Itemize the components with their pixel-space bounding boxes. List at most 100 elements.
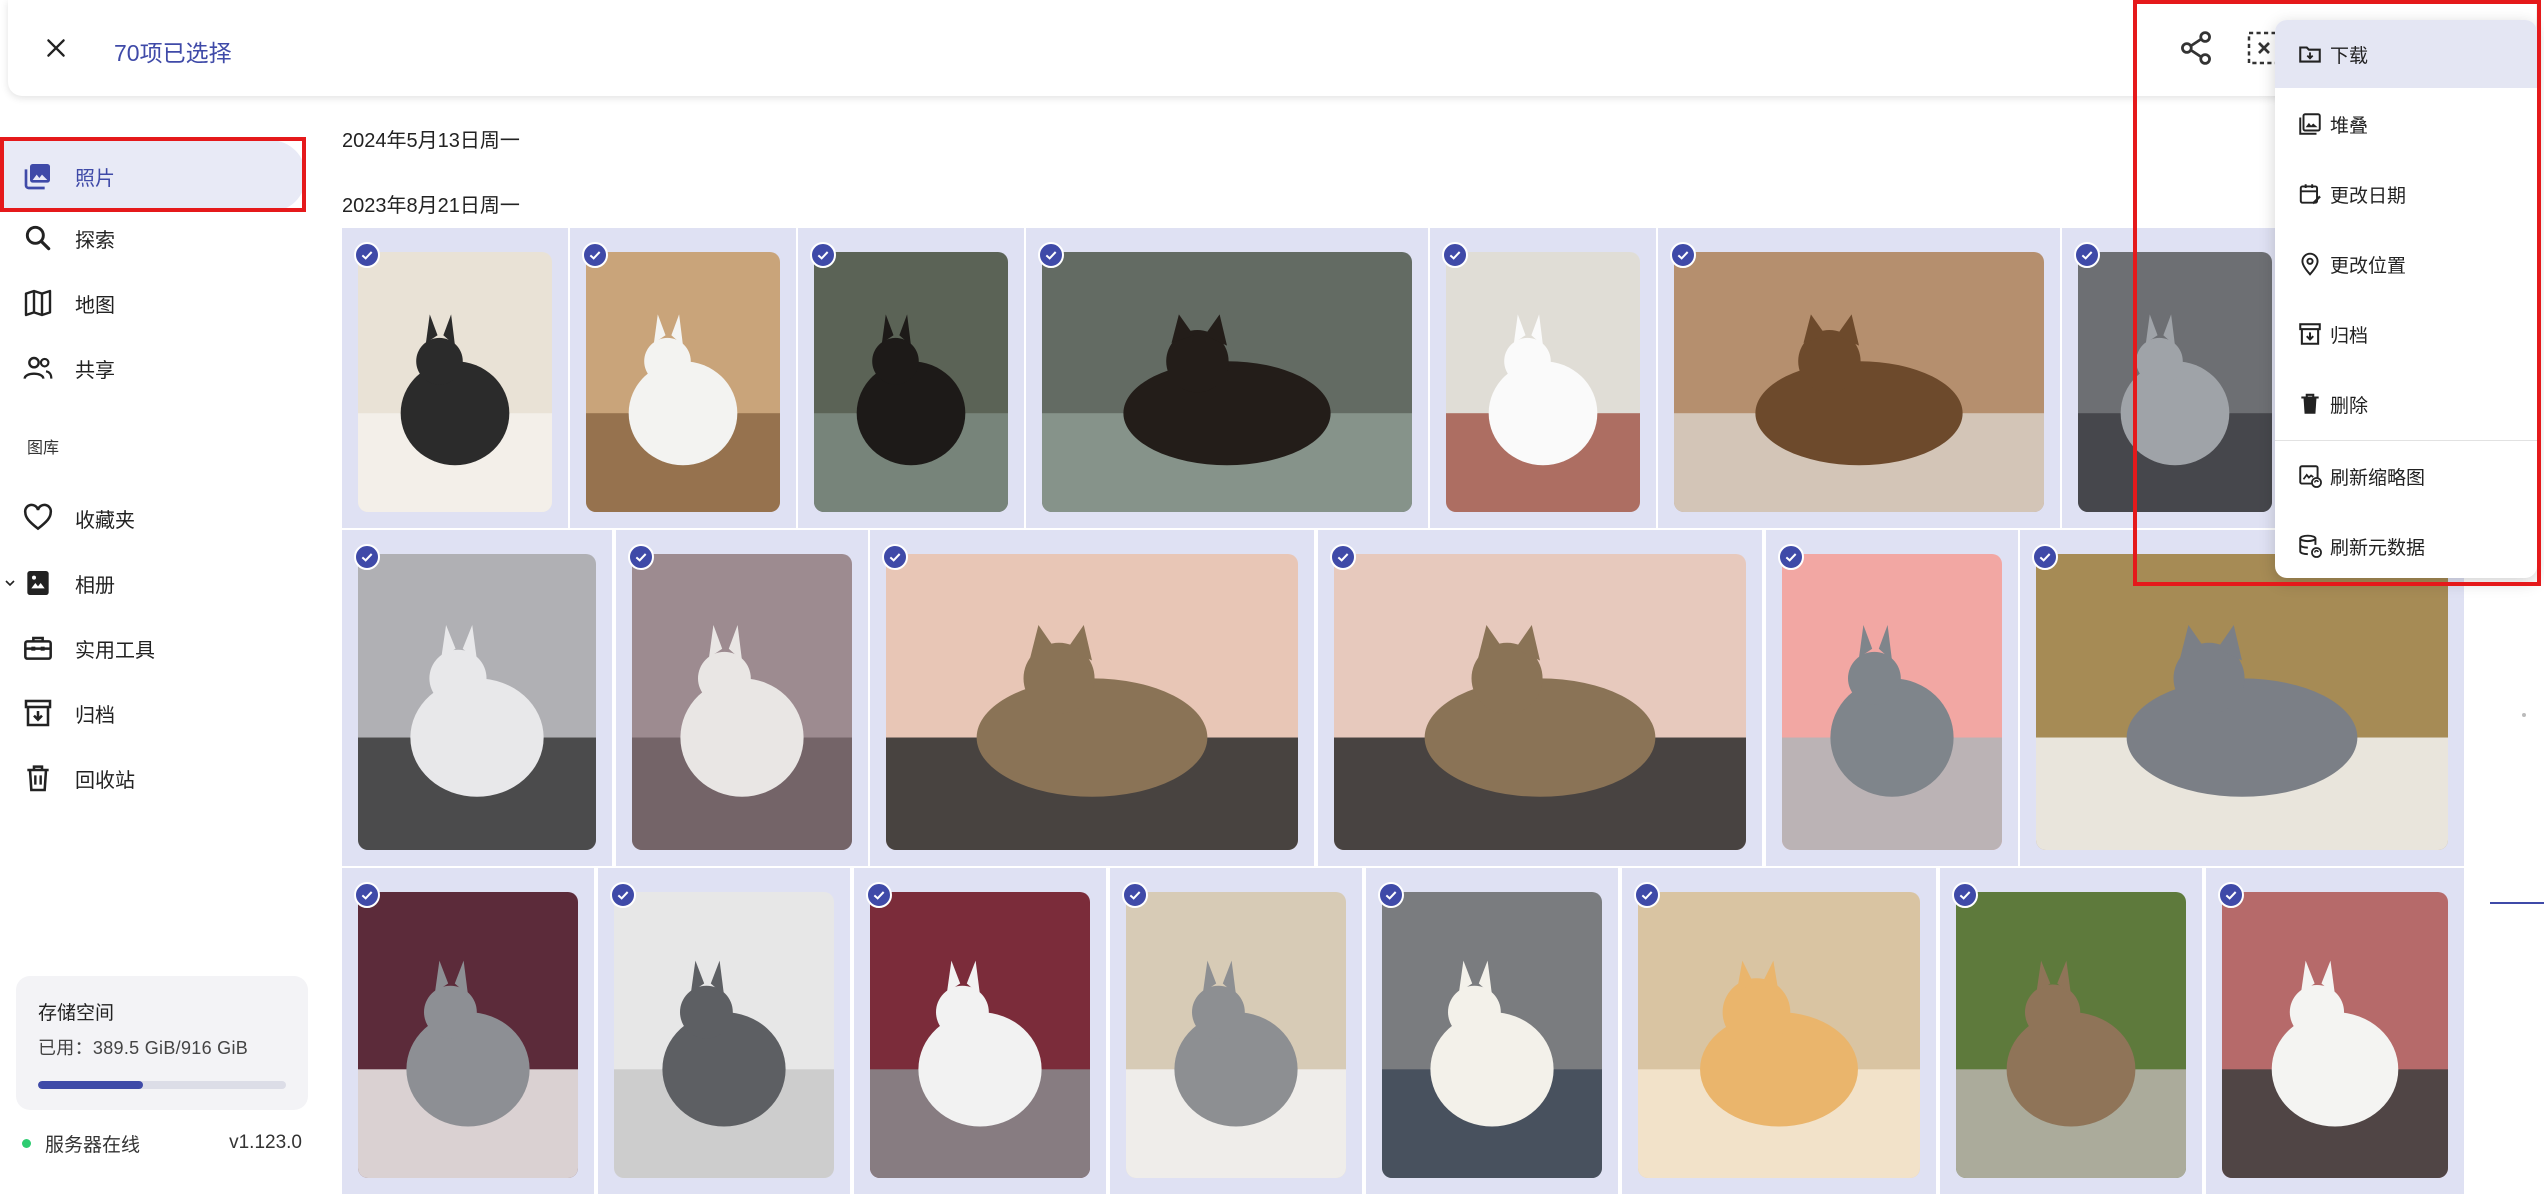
- date-group-header[interactable]: 2023年8月21日周一: [342, 189, 520, 218]
- photo-thumbnail: [1638, 892, 1920, 1178]
- photo-tile[interactable]: [1940, 868, 2202, 1194]
- sidebar-item-albums[interactable]: 相册: [0, 547, 306, 619]
- photo-tile[interactable]: [1366, 868, 1618, 1194]
- photo-tile[interactable]: [598, 868, 850, 1194]
- sidebar-item-label: 共享: [75, 359, 115, 382]
- storage-card[interactable]: 存储空间 已用：389.5 GiB/916 GiB: [16, 976, 308, 1110]
- menu-item-label: 刷新元数据: [2330, 537, 2426, 559]
- map-icon: [24, 289, 52, 317]
- photo-tile[interactable]: [1766, 530, 2018, 866]
- sidebar-item-label: 回收站: [75, 769, 135, 792]
- selected-check-icon[interactable]: [354, 882, 380, 908]
- menu-item-change-location[interactable]: 更改位置: [2275, 230, 2537, 298]
- photo-thumbnail: [1382, 892, 1602, 1178]
- photo-thumbnail: [1446, 252, 1640, 512]
- selection-count-title: 70项已选择: [114, 40, 232, 66]
- menu-item-label: 删除: [2330, 395, 2369, 417]
- selected-check-icon[interactable]: [582, 242, 608, 268]
- photo-thumbnail: [2222, 892, 2448, 1178]
- app-version[interactable]: v1.123.0: [229, 1132, 302, 1154]
- selected-check-icon[interactable]: [1378, 882, 1404, 908]
- selected-check-icon[interactable]: [1122, 882, 1148, 908]
- refresh-thumbnail-icon: [2299, 465, 2322, 488]
- selected-check-icon[interactable]: [866, 882, 892, 908]
- selected-check-icon[interactable]: [1442, 242, 1468, 268]
- sidebar: 照片 探索 地图 共享 图库 收藏夹 相册 实用工具 归档 回收站 存储空间 已…: [0, 96, 310, 1194]
- photo-tile[interactable]: [2020, 530, 2464, 866]
- photos-icon: [24, 164, 50, 190]
- menu-item-archive[interactable]: 归档: [2275, 300, 2537, 368]
- photo-thumbnail: [870, 892, 1090, 1178]
- selected-check-icon[interactable]: [610, 882, 636, 908]
- photo-tile[interactable]: [1622, 868, 1936, 1194]
- online-status-dot: [22, 1138, 31, 1148]
- sidebar-item-sharing[interactable]: 共享: [0, 332, 306, 404]
- stack-icon: [2299, 113, 2321, 135]
- selected-check-icon[interactable]: [882, 544, 908, 570]
- album-icon: [27, 571, 49, 595]
- trash-icon: [2301, 393, 2319, 414]
- menu-item-label: 归档: [2330, 325, 2369, 347]
- share-button[interactable]: [2174, 26, 2218, 70]
- photo-thumbnail: [814, 252, 1008, 512]
- photo-thumbnail: [1782, 554, 2002, 850]
- menu-item-label: 下载: [2330, 45, 2369, 67]
- menu-item-delete[interactable]: 删除: [2275, 370, 2537, 438]
- photo-tile[interactable]: [870, 530, 1314, 866]
- photo-thumbnail: [1126, 892, 1346, 1178]
- menu-item-label: 堆叠: [2330, 115, 2369, 137]
- photo-tile[interactable]: [1430, 228, 1656, 528]
- photo-thumbnail: [358, 892, 578, 1178]
- scrubber-indicator[interactable]: [2490, 902, 2544, 904]
- selected-check-icon[interactable]: [1634, 882, 1660, 908]
- refresh-metadata-icon: [2299, 534, 2322, 558]
- photo-thumbnail: [2078, 252, 2272, 512]
- selected-check-icon[interactable]: [1038, 242, 1064, 268]
- date-group-header[interactable]: 2024年5月13日周一: [342, 124, 520, 153]
- close-selection-button[interactable]: [30, 22, 82, 74]
- photo-tile[interactable]: [2062, 228, 2288, 528]
- photo-thumbnail: [1674, 252, 2044, 512]
- photo-tile[interactable]: [616, 530, 868, 866]
- selected-check-icon[interactable]: [354, 544, 380, 570]
- photo-thumbnail: [1334, 554, 1746, 850]
- storage-used-text: 已用：389.5 GiB/916 GiB: [38, 1038, 249, 1058]
- selected-check-icon[interactable]: [1952, 882, 1978, 908]
- menu-item-refresh-thumbnails[interactable]: 刷新缩略图: [2275, 442, 2537, 510]
- sidebar-item-map[interactable]: 地图: [0, 267, 306, 339]
- photo-tile[interactable]: [854, 868, 1106, 1194]
- photo-tile[interactable]: [1026, 228, 1428, 528]
- selected-check-icon[interactable]: [628, 544, 654, 570]
- selected-check-icon[interactable]: [1330, 544, 1356, 570]
- photo-tile[interactable]: [342, 530, 612, 866]
- more-actions-menu: 下载 堆叠 更改日期 更改位置 归档 删除 刷新缩略图 刷新元数据: [2275, 20, 2537, 578]
- selected-check-icon[interactable]: [810, 242, 836, 268]
- menu-item-stack[interactable]: 堆叠: [2275, 90, 2537, 158]
- menu-item-refresh-metadata[interactable]: 刷新元数据: [2275, 512, 2537, 578]
- chevron-down-icon[interactable]: [2, 575, 18, 591]
- sidebar-item-trash[interactable]: 回收站: [0, 742, 306, 814]
- selected-check-icon[interactable]: [1778, 544, 1804, 570]
- photo-tile[interactable]: [798, 228, 1024, 528]
- photo-tile[interactable]: [1318, 530, 1762, 866]
- photo-tile[interactable]: [342, 228, 568, 528]
- photo-tile[interactable]: [1110, 868, 1362, 1194]
- menu-item-change-date[interactable]: 更改日期: [2275, 160, 2537, 228]
- menu-item-download[interactable]: 下载: [2275, 20, 2537, 88]
- storage-progress-bar: [38, 1081, 286, 1089]
- photo-tile[interactable]: [2206, 868, 2464, 1194]
- sidebar-item-utilities[interactable]: 实用工具: [0, 612, 306, 684]
- selected-check-icon[interactable]: [2074, 242, 2100, 268]
- photo-thumbnail: [358, 554, 596, 850]
- photo-tile[interactable]: [342, 868, 594, 1194]
- sidebar-item-favorites[interactable]: 收藏夹: [0, 482, 306, 554]
- selected-check-icon[interactable]: [1670, 242, 1696, 268]
- sidebar-item-explore[interactable]: 探索: [0, 202, 306, 274]
- sidebar-item-archive[interactable]: 归档: [0, 677, 306, 749]
- photo-tile[interactable]: [570, 228, 796, 528]
- photo-tile[interactable]: [1658, 228, 2060, 528]
- scrollbar-marker: [2522, 713, 2526, 717]
- selected-check-icon[interactable]: [2032, 544, 2058, 570]
- selected-check-icon[interactable]: [354, 242, 380, 268]
- selected-check-icon[interactable]: [2218, 882, 2244, 908]
